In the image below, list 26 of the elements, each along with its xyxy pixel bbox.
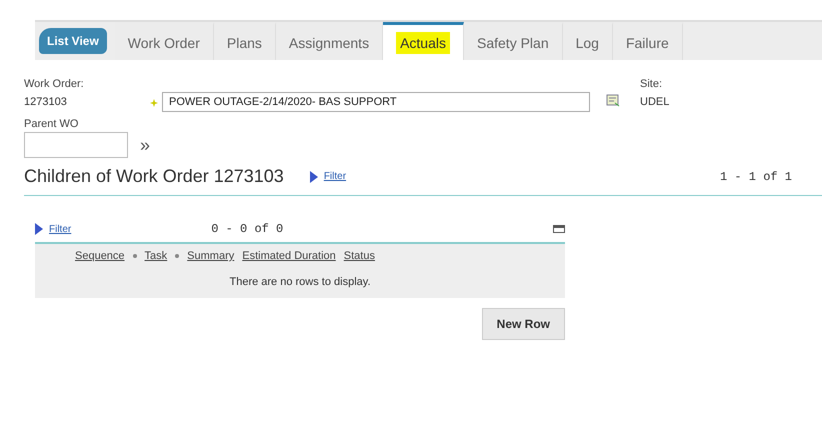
expand-icon[interactable] [35, 223, 43, 235]
column-header[interactable]: Task [144, 250, 168, 262]
site-value: UDEL [640, 96, 670, 108]
table-settings-icon[interactable] [553, 225, 565, 233]
work-order-number: 1273103 [24, 96, 68, 108]
filter-link[interactable]: Filter [49, 224, 72, 234]
pagination-text: 1 - 1 of 1 [720, 170, 792, 184]
column-header[interactable]: Summary [187, 250, 234, 262]
list-view-button[interactable]: List View [39, 28, 107, 54]
pagination-text: 0 - 0 of 0 [211, 222, 284, 236]
new-row-button[interactable]: New Row [482, 308, 565, 340]
details-icon[interactable] [606, 93, 620, 107]
column-header[interactable]: Estimated Duration [242, 250, 336, 262]
description-field[interactable]: POWER OUTAGE-2/14/2020- BAS SUPPORT [162, 92, 590, 112]
section-title: Children of Work Order 1273103 [24, 166, 284, 187]
more-button[interactable]: » [140, 134, 150, 156]
tab[interactable]: Actuals [383, 22, 464, 60]
field-label: Site: [640, 78, 664, 90]
column-header[interactable]: Sequence [75, 250, 125, 262]
empty-message: There are no rows to display. [228, 276, 372, 288]
parent-wo-field[interactable] [24, 132, 128, 158]
expand-icon[interactable] [310, 170, 318, 182]
field-label: Work Order: [24, 78, 85, 90]
filter-link[interactable]: Filter [324, 171, 346, 182]
field-label: Parent WO [24, 118, 80, 130]
column-header[interactable]: Status [344, 250, 375, 262]
